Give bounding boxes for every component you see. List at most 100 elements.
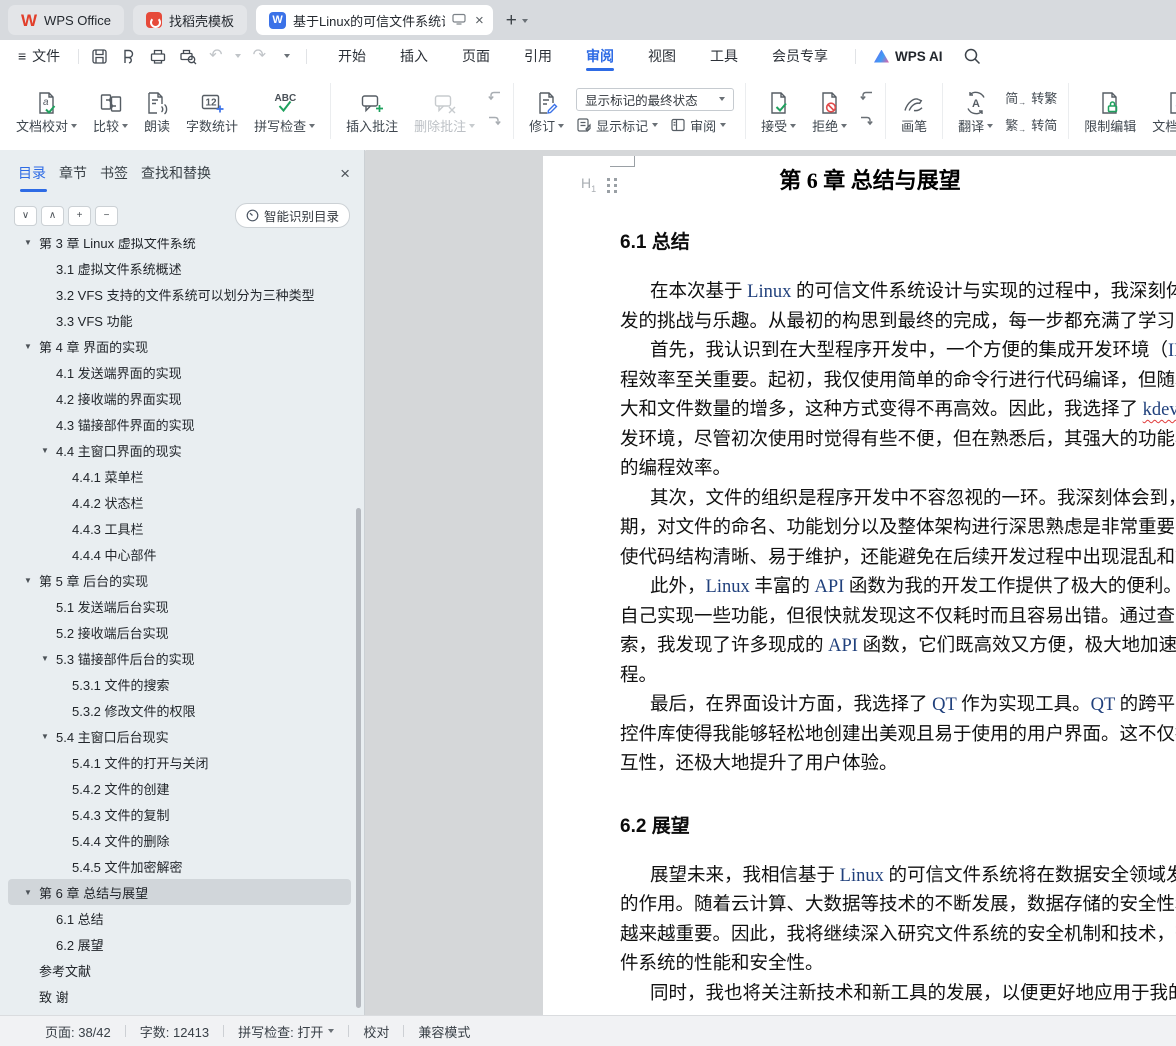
toc-item[interactable]: 5.4.2 文件的创建 [8,775,351,801]
print-preview-button[interactable] [173,48,203,65]
menu-item-view[interactable]: 视图 [631,40,693,72]
review-pane-button[interactable]: 审阅 [670,116,727,135]
toc-item[interactable]: 5.2 接收端后台实现 [8,619,351,645]
menu-item-member[interactable]: 会员专享 [755,40,845,72]
show-markup-button[interactable]: 显示标记 [576,116,659,135]
save-button[interactable] [85,48,114,65]
menu-item-review[interactable]: 审阅 [569,40,631,72]
toc-item[interactable]: 参考文献 [8,957,351,983]
translate-button[interactable]: A 翻译 [950,78,1001,144]
collapse-triangle-icon[interactable]: ▼ [41,446,49,455]
wps-ai-button[interactable]: WPS AI [866,40,951,72]
toc-item[interactable]: 4.4.2 状态栏 [8,489,351,515]
accept-button[interactable]: 接受 [753,78,804,144]
toc-item[interactable]: 5.4.4 文件的删除 [8,827,351,853]
sidebar-close-icon[interactable]: × [340,164,350,192]
toc-item[interactable]: ▼ 第 5 章 后台的实现 [8,567,351,593]
collapse-triangle-icon[interactable]: ▼ [24,888,32,897]
toc-item[interactable]: 致 谢 [8,983,351,1009]
proofread-button[interactable]: 校对 [363,1022,389,1041]
tab-current-document[interactable]: W 基于Linux的可信文件系统设计 × [256,5,493,35]
spell-check-status[interactable]: 拼写检查: 打开 [238,1022,335,1041]
sidebar-tab-find-replace[interactable]: 查找和替换 [141,163,211,192]
toc-item[interactable]: 4.4.4 中心部件 [8,541,351,567]
monitor-icon[interactable] [452,13,466,27]
markup-state-select[interactable]: 显示标记的最终状态 [576,87,735,111]
toc-item[interactable]: 5.4.3 文件的复制 [8,801,351,827]
menu-item-home[interactable]: 开始 [321,40,383,72]
compare-button[interactable]: 比较 [85,78,136,144]
toc-item[interactable]: 3.1 虚拟文件系统概述 [8,255,351,281]
toc-item[interactable]: ▼ 5.3 锚接部件后台的实现 [8,645,351,671]
next-comment-icon[interactable] [487,115,502,133]
menu-item-page[interactable]: 页面 [445,40,507,72]
toc-expand-all-button[interactable]: ∧ [41,205,64,226]
collapse-triangle-icon[interactable]: ▼ [24,342,32,351]
toc-item[interactable]: 3.2 VFS 支持的文件系统可以划分为三种类型 [8,281,351,307]
menu-item-tools[interactable]: 工具 [693,40,755,72]
tab-docer-templates[interactable]: 找稻壳模板 [133,5,248,35]
menu-item-insert[interactable]: 插入 [383,40,445,72]
pen-button[interactable]: 画笔 [893,78,935,144]
simplified-to-traditional-button[interactable]: 简 转繁 [1005,87,1057,108]
restrict-editing-button[interactable]: 限制编辑 [1076,78,1144,144]
search-icon[interactable] [957,47,987,65]
track-changes-button[interactable]: 修订 [521,78,572,144]
print-button[interactable] [143,48,173,65]
redo-button[interactable]: ↷ [247,48,272,64]
toc-item[interactable]: 5.3.1 文件的搜索 [8,671,351,697]
reject-button[interactable]: 拒绝 [804,78,855,144]
toc-item[interactable]: ▼ 第 6 章 总结与展望 [8,879,351,905]
spell-check-button[interactable]: ABC 拼写检查 [246,78,323,144]
traditional-to-simplified-button[interactable]: 繁 转简 [1005,114,1057,135]
sidebar-scrollbar[interactable] [356,508,361,1008]
page-indicator[interactable]: 页面: 38/42 [45,1022,111,1041]
menu-item-reference[interactable]: 引用 [507,40,569,72]
toc-item[interactable]: 4.3 锚接部件界面的实现 [8,411,351,437]
file-menu-button[interactable]: ≡ 文件 [0,46,72,66]
toc-item[interactable]: ▼ 第 4 章 界面的实现 [8,333,351,359]
document-area[interactable]: H1 第 6 章 总结与展望 6.1 总结 在本次基于 Linux 的可信文件系统… [366,150,1176,1015]
toc-item[interactable]: 6.1 总结 [8,905,351,931]
toc-item[interactable]: ▼ 4.4 主窗口界面的现实 [8,437,351,463]
toc-item[interactable]: 5.4.5 文件加密解密 [8,853,351,879]
collapse-triangle-icon[interactable]: ▼ [24,576,32,585]
export-pdf-button[interactable] [114,48,143,65]
encrypt-document-button[interactable]: 文档加密 [1144,78,1176,144]
toc-item[interactable]: 5.1 发送端后台实现 [8,593,351,619]
previous-change-icon[interactable] [859,90,874,108]
collapse-triangle-icon[interactable]: ▼ [41,732,49,741]
toc-zoom-out-button[interactable]: − [95,205,118,226]
undo-button[interactable]: ↶ [203,48,228,64]
toc-item[interactable]: ▼ 5.4 主窗口后台现实 [8,723,351,749]
toc-item[interactable]: 5.4.1 文件的打开与关闭 [8,749,351,775]
insert-comment-button[interactable]: 插入批注 [338,78,406,144]
next-change-icon[interactable] [859,115,874,133]
word-count-button[interactable]: 12 字数统计 [178,78,246,144]
drag-handle-icon[interactable] [607,178,610,181]
close-tab-icon[interactable]: × [475,13,484,28]
previous-comment-icon[interactable] [487,90,502,108]
toc-item[interactable]: 4.4.3 工具栏 [8,515,351,541]
toc-item[interactable]: 6.2 展望 [8,931,351,957]
doc-proofing-button[interactable]: a 文档校对 [8,78,85,144]
toc-item[interactable]: 4.2 接收端的界面实现 [8,385,351,411]
sidebar-tab-chapters[interactable]: 章节 [59,163,87,192]
word-count-indicator[interactable]: 字数: 12413 [140,1022,209,1041]
quick-toolbar-chevron-icon[interactable] [278,54,296,58]
toc-item[interactable]: 4.1 发送端界面的实现 [8,359,351,385]
toc-item[interactable]: 5.3.2 修改文件的权限 [8,697,351,723]
document-page[interactable]: H1 第 6 章 总结与展望 6.1 总结 在本次基于 Linux 的可信文件系统… [543,156,1176,1015]
sidebar-tab-contents[interactable]: 目录 [18,163,47,192]
toc-item[interactable]: ▼ 第 3 章 Linux 虚拟文件系统 [8,238,351,255]
tab-wps-office[interactable]: W WPS Office [8,5,124,35]
toc-item[interactable]: 3.3 VFS 功能 [8,307,351,333]
collapse-triangle-icon[interactable]: ▼ [41,654,49,663]
smart-toc-button[interactable]: 智能识别目录 [234,203,350,228]
new-tab-button[interactable]: + [506,11,517,30]
collapse-triangle-icon[interactable]: ▼ [24,238,32,247]
undo-options-chevron-icon[interactable] [229,54,247,58]
read-aloud-button[interactable]: 朗读 [136,78,178,144]
delete-comment-button[interactable]: 删除批注 [406,78,483,144]
tab-list-chevron-icon[interactable] [521,14,528,26]
